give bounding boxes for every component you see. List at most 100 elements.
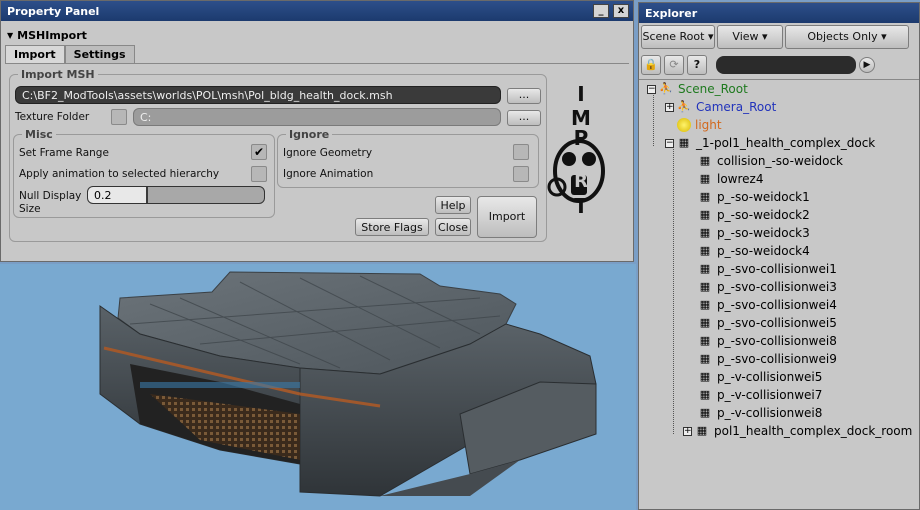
- explorer-panel: Explorer Scene Root ▾ View ▾ Objects Onl…: [638, 2, 920, 510]
- tree-node-child[interactable]: ▦ collision_-so-weidock: [697, 152, 843, 170]
- ignore-geometry-checkbox[interactable]: [513, 144, 529, 160]
- refresh-icon[interactable]: ⟳: [664, 55, 684, 75]
- svg-text:R: R: [574, 171, 588, 192]
- polymesh-icon: ▦: [699, 316, 711, 329]
- tree-node-child[interactable]: ▦ p_-svo-collisionwei1: [697, 260, 837, 278]
- polymesh-icon: ▦: [699, 244, 711, 257]
- property-panel-titlebar[interactable]: Property Panel _ x: [1, 1, 633, 21]
- polymesh-icon: ▦: [699, 334, 711, 347]
- help-button[interactable]: Help: [435, 196, 471, 214]
- tree-node-child[interactable]: ▦ p_-svo-collisionwei8: [697, 332, 837, 350]
- collapse-icon[interactable]: −: [647, 84, 656, 94]
- explorer-search-input[interactable]: [716, 56, 856, 74]
- help-icon[interactable]: ?: [687, 55, 707, 75]
- polymesh-icon: ▦: [699, 298, 711, 311]
- expand-icon[interactable]: +: [683, 426, 692, 436]
- polymesh-icon: ▦: [678, 136, 690, 149]
- tree-label: lowrez4: [717, 172, 764, 186]
- polymesh-icon: ▦: [696, 424, 708, 437]
- scene-root-dropdown[interactable]: Scene Root ▾: [641, 25, 715, 49]
- import-button[interactable]: Import: [477, 196, 537, 238]
- tree-node-dock[interactable]: − ▦ _1-pol1_health_complex_dock: [665, 134, 875, 152]
- import-msh-group-label: Import MSH: [18, 68, 98, 81]
- tree-label: light: [695, 118, 722, 132]
- tree-node-child[interactable]: ▦ lowrez4: [697, 170, 764, 188]
- browse-texture-button[interactable]: ...: [507, 110, 541, 126]
- tree-node-child[interactable]: ▦ p_-v-collisionwei5: [697, 368, 823, 386]
- view-label: View: [732, 30, 759, 43]
- browse-msh-button[interactable]: ...: [507, 88, 541, 104]
- tree-label: pol1_health_complex_dock_room: [714, 424, 913, 438]
- tree-label: p_-svo-collisionwei3: [717, 280, 837, 294]
- null-display-size-slider[interactable]: 0.2: [87, 186, 265, 204]
- null-display-size-value: 0.2: [94, 189, 112, 202]
- set-frame-range-checkbox[interactable]: ✔: [251, 144, 267, 160]
- tree-label: p_-so-weidock2: [717, 208, 810, 222]
- polymesh-icon: ▦: [699, 352, 711, 365]
- tree-node-dock-room[interactable]: + ▦ pol1_health_complex_dock_room: [683, 422, 912, 440]
- minimize-button[interactable]: _: [593, 4, 609, 18]
- view-dropdown[interactable]: View ▾: [717, 25, 783, 49]
- polymesh-icon: ▦: [699, 226, 711, 239]
- tree-label: p_-so-weidock4: [717, 244, 810, 258]
- scene-root-icon: ⛹: [659, 82, 673, 95]
- explorer-toolbar: Scene Root ▾ View ▾ Objects Only ▾: [641, 25, 917, 51]
- texture-folder-field[interactable]: C:: [133, 108, 501, 126]
- ignore-animation-label: Ignore Animation: [283, 168, 374, 180]
- 3d-viewport[interactable]: [0, 264, 636, 510]
- tab-import[interactable]: Import: [5, 45, 65, 65]
- dock-model-render: [99, 271, 597, 497]
- lock-icon[interactable]: 🔒: [641, 55, 661, 75]
- msh-path-field[interactable]: C:\BF2_ModTools\assets\worlds\POL\msh\Po…: [15, 86, 501, 104]
- explorer-toolbar-2: 🔒 ⟳ ? ▶: [641, 53, 917, 77]
- ignore-geometry-label: Ignore Geometry: [283, 147, 373, 159]
- close-panel-button[interactable]: Close: [435, 218, 471, 236]
- tree-node-light[interactable]: light: [677, 116, 722, 134]
- tree-node-child[interactable]: ▦ p_-so-weidock2: [697, 206, 810, 224]
- camera-icon: ⛹: [677, 100, 691, 113]
- tree-node-child[interactable]: ▦ p_-svo-collisionwei4: [697, 296, 837, 314]
- polymesh-icon: ▦: [699, 190, 711, 203]
- scene-root-label: Scene Root: [642, 30, 705, 43]
- tree-label: p_-svo-collisionwei9: [717, 352, 837, 366]
- tree-node-child[interactable]: ▦ p_-svo-collisionwei9: [697, 350, 837, 368]
- tree-node-child[interactable]: ▦ p_-so-weidock3: [697, 224, 810, 242]
- ignore-animation-checkbox[interactable]: [513, 166, 529, 182]
- null-display-size-label: Null Display Size: [19, 190, 82, 215]
- collapse-icon[interactable]: −: [665, 138, 674, 148]
- tree-node-camera-root[interactable]: + ⛹ Camera_Root: [665, 98, 776, 116]
- polymesh-icon: ▦: [699, 388, 711, 401]
- texture-folder-checkbox[interactable]: [111, 109, 127, 125]
- polymesh-icon: ▦: [699, 208, 711, 221]
- explorer-title: Explorer: [645, 6, 698, 20]
- tree-label: p_-svo-collisionwei4: [717, 298, 837, 312]
- property-panel-title: Property Panel: [7, 4, 100, 18]
- collapse-arrow-icon[interactable]: ▼: [7, 31, 13, 40]
- tree-node-child[interactable]: ▦ p_-so-weidock4: [697, 242, 810, 260]
- tree-label: _1-pol1_health_complex_dock: [696, 136, 876, 150]
- tab-settings[interactable]: Settings: [64, 45, 135, 65]
- explorer-tree[interactable]: − ⛹ Scene_Root + ⛹ Camera_Root light − ▦…: [639, 79, 919, 509]
- section-header[interactable]: ▼ MSHImport: [1, 27, 633, 43]
- apply-animation-checkbox[interactable]: [251, 166, 267, 182]
- store-flags-button[interactable]: Store Flags: [355, 218, 429, 236]
- tree-label: p_-svo-collisionwei5: [717, 316, 837, 330]
- tree-node-child[interactable]: ▦ p_-so-weidock1: [697, 188, 810, 206]
- explorer-titlebar[interactable]: Explorer: [639, 3, 919, 23]
- objects-only-dropdown[interactable]: Objects Only ▾: [785, 25, 909, 49]
- polymesh-icon: ▦: [699, 172, 711, 185]
- import-tab-body: Import MSH C:\BF2_ModTools\assets\worlds…: [5, 63, 629, 257]
- polymesh-icon: ▦: [699, 154, 711, 167]
- polymesh-icon: ▦: [699, 370, 711, 383]
- tree-node-child[interactable]: ▦ p_-v-collisionwei8: [697, 404, 823, 422]
- tree-node-child[interactable]: ▦ p_-svo-collisionwei3: [697, 278, 837, 296]
- tree-node-child[interactable]: ▦ p_-v-collisionwei7: [697, 386, 823, 404]
- search-arrow-icon[interactable]: ▶: [859, 57, 875, 73]
- close-button[interactable]: x: [613, 4, 629, 18]
- expand-icon[interactable]: +: [665, 102, 674, 112]
- set-frame-range-label: Set Frame Range: [19, 147, 109, 159]
- tree-node-scene-root[interactable]: − ⛹ Scene_Root: [647, 80, 748, 98]
- tree-node-child[interactable]: ▦ p_-svo-collisionwei5: [697, 314, 837, 332]
- tab-bar: Import Settings: [5, 45, 633, 65]
- svg-text:P: P: [574, 126, 589, 150]
